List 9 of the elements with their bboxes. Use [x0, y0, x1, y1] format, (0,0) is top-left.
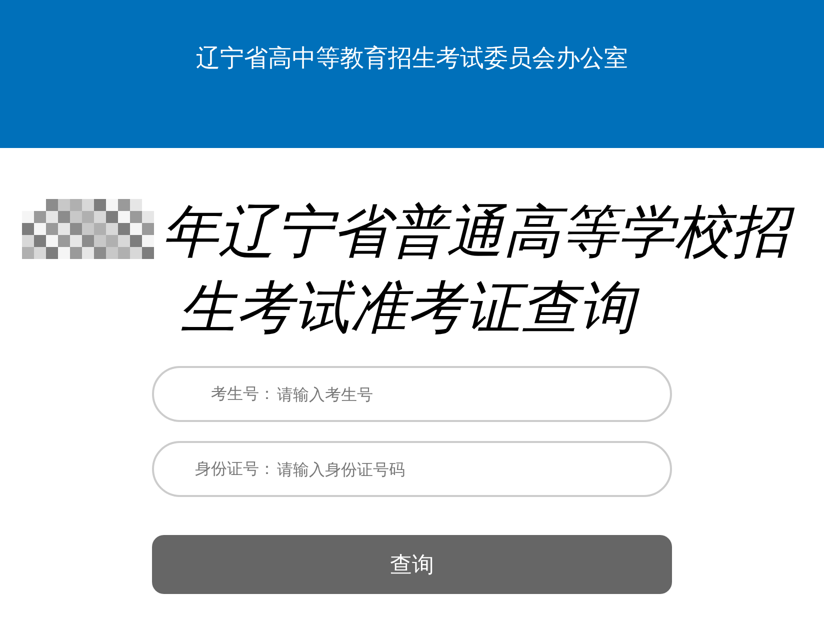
header-title: 辽宁省高中等教育招生考试委员会办公室: [196, 43, 628, 74]
text-input[interactable]: 请输入身份证号码: [275, 458, 650, 480]
page-title: 年辽宁省普通高等学校招生考试准考证查询: [158, 199, 802, 341]
field-label: 考生号：: [210, 384, 275, 404]
query-button[interactable]: 查询: [152, 535, 672, 594]
input-field[interactable]: 考生号：请输入考生号: [152, 366, 672, 422]
text-input[interactable]: 请输入考生号: [275, 384, 650, 404]
field-label: 身份证号：: [194, 458, 275, 480]
input-field[interactable]: 身份证号：请输入身份证号码: [152, 441, 672, 497]
